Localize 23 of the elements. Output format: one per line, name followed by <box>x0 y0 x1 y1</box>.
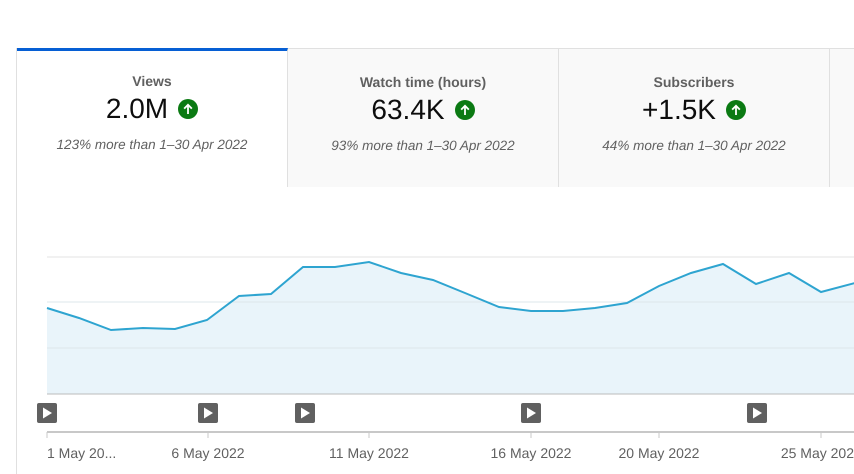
metric-title: Watch time (hours) <box>360 74 486 90</box>
play-marker-icon[interactable] <box>295 403 315 423</box>
comparison-text: 93% more than 1–30 Apr 2022 <box>331 138 515 153</box>
metric-title: Subscribers <box>654 74 734 90</box>
metric-tab[interactable]: Views 2.0M 123% more than 1–30 Apr 2022 <box>17 48 288 187</box>
play-marker-icon[interactable] <box>37 403 57 423</box>
metric-tab[interactable]: Subscribers +1.5K 44% more than 1–30 Apr 2022 <box>559 49 830 187</box>
comparison-text: 123% more than 1–30 Apr 2022 <box>56 137 248 152</box>
comparison-text: 44% more than 1–30 Apr 2022 <box>602 138 786 153</box>
axis-label: 11 May 2022 <box>329 445 409 461</box>
axis-label: 20 May 2022 <box>618 445 700 461</box>
play-marker-icon[interactable] <box>521 403 541 423</box>
play-marker-icon[interactable] <box>747 403 767 423</box>
axis-label: 25 May 202 <box>780 445 854 461</box>
metric-value: +1.5K <box>642 94 716 126</box>
metric-value: 2.0M <box>106 93 168 125</box>
axis-label: 1 May 20... <box>47 445 116 461</box>
axis-label: 6 May 2022 <box>171 445 245 461</box>
play-marker-icon[interactable] <box>198 403 218 423</box>
axis-label: 16 May 2022 <box>490 445 572 461</box>
metric-value: 63.4K <box>371 94 445 126</box>
metric-tab[interactable]: Watch time (hours) 63.4K 93% more than 1–30 Apr 2022 <box>288 49 559 187</box>
metric-title: Views <box>132 73 172 89</box>
